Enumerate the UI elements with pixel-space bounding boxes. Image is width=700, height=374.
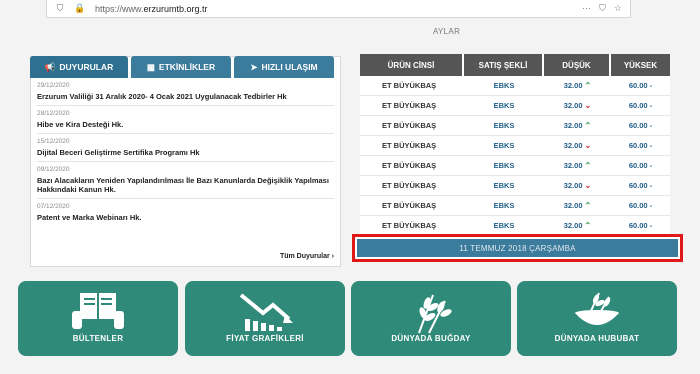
table-row: ET BÜYÜKBAŞ EBKS 32.00 ⌄ 60.00 - (360, 136, 670, 156)
list-item[interactable]: 15/12/2020 Dijital Beceri Geliştirme Ser… (37, 134, 334, 162)
menu-dots-icon[interactable]: ··· (582, 3, 591, 14)
cell-high: 60.00 - (628, 161, 653, 170)
tile-label: BÜLTENLER (72, 334, 124, 343)
cell-product: ET BÜYÜKBAŞ (382, 181, 437, 190)
tile-dunyada-hububat[interactable]: DÜNYADA HUBUBAT (517, 281, 677, 356)
news-date: 07/12/2020 (37, 203, 70, 210)
tab-hizli-ulasim[interactable]: ➤ HIZLI ULAŞIM (234, 56, 334, 78)
calendar-icon: ▦ (146, 61, 155, 72)
cell-high: 60.00 - (628, 201, 653, 210)
news-date: 15/12/2020 (37, 138, 70, 145)
news-title[interactable]: Patent ve Marka Webinarı Hk. (37, 213, 334, 222)
table-row: ET BÜYÜKBAŞ EBKS 32.00 ⌃ 60.00 - (360, 156, 670, 176)
table-row: ET BÜYÜKBAŞ EBKS 32.00 ⌃ 60.00 - (360, 76, 670, 96)
news-title[interactable]: Dijital Beceri Geliştirme Sertifika Prog… (37, 148, 334, 157)
months-label: AYLAR (433, 27, 461, 36)
tab-duyurular[interactable]: 📢 DUYURULAR (30, 56, 128, 78)
table-row: ET BÜYÜKBAŞ EBKS 32.00 ⌄ 60.00 - (360, 176, 670, 196)
col-header-high: YÜKSEK (623, 60, 658, 70)
col-header-product: ÜRÜN CİNSİ (360, 54, 464, 76)
tab-etkinlikler[interactable]: ▦ ETKİNLİKLER (131, 56, 231, 78)
trend-up-icon: ⌃ (584, 161, 592, 170)
cell-low: 32.00 ⌃ (563, 81, 592, 90)
cell-sale: EBKS (493, 201, 515, 210)
list-item[interactable]: 07/12/2020 Patent ve Marka Webinarı Hk. (37, 199, 334, 226)
trend-down-icon: ⌄ (584, 141, 592, 150)
news-date: 28/12/2020 (37, 110, 70, 117)
cell-high: 60.00 - (628, 221, 653, 230)
megaphone-icon: 📢 (44, 61, 56, 72)
browser-address-bar[interactable]: ⛉ 🔒 https://www.erzurumtb.org.tr ··· ⛉ ☆ (46, 0, 631, 18)
trend-down-icon: ⌄ (584, 101, 592, 110)
price-table-header: ÜRÜN CİNSİ SATIŞ ŞEKLİ DÜŞÜK YÜKSEK (360, 54, 670, 76)
cell-product: ET BÜYÜKBAŞ (382, 161, 437, 170)
cell-low: 32.00 ⌃ (563, 161, 592, 170)
news-date: 09/12/2020 (37, 166, 70, 173)
cell-sale: EBKS (493, 221, 515, 230)
cell-low: 32.00 ⌃ (563, 201, 592, 210)
cell-high: 60.00 - (628, 141, 653, 150)
trend-up-icon: ⌃ (584, 221, 592, 230)
cell-product: ET BÜYÜKBAŞ (382, 141, 437, 150)
news-title[interactable]: Erzurum Valiliği 31 Aralık 2020- 4 Ocak … (37, 92, 334, 101)
chart-icon (239, 293, 293, 331)
grain-bowl-icon (575, 292, 619, 325)
cell-sale: EBKS (493, 141, 515, 150)
cell-high: 60.00 - (628, 121, 653, 130)
cell-low: 32.00 ⌃ (563, 121, 592, 130)
cell-sale: EBKS (493, 81, 515, 90)
table-row: ET BÜYÜKBAŞ EBKS 32.00 ⌃ 60.00 - (360, 196, 670, 216)
cursor-icon: ➤ (250, 61, 258, 72)
trend-down-icon: ⌄ (584, 181, 592, 190)
news-title[interactable]: Bazı Alacakların Yeniden Yapılandırılmas… (37, 176, 334, 194)
wheat-icon (418, 294, 452, 334)
table-row: ET BÜYÜKBAŞ EBKS 32.00 ⌃ 60.00 - (360, 216, 670, 236)
tile-dunyada-bugday[interactable]: DÜNYADA BUĞDAY (351, 281, 511, 356)
cell-high: 60.00 - (628, 181, 653, 190)
list-item[interactable]: 09/12/2020 Bazı Alacakların Yeniden Yapı… (37, 162, 334, 199)
tile-bultenler[interactable]: BÜLTENLER (18, 281, 178, 356)
cell-low: 32.00 ⌄ (563, 181, 592, 190)
shield-icon: ⛉ (56, 3, 64, 13)
cell-product: ET BÜYÜKBAŞ (382, 201, 437, 210)
list-item[interactable]: 29/12/2020 Erzurum Valiliği 31 Aralık 20… (37, 78, 334, 106)
col-header-sale: SATIŞ ŞEKLİ (464, 54, 544, 76)
cell-sale: EBKS (493, 121, 515, 130)
cell-low: 32.00 ⌃ (563, 221, 592, 230)
tile-label: FİYAT GRAFİKLERİ (226, 334, 304, 343)
all-news-link[interactable]: Tüm Duyurular › (280, 253, 334, 260)
cell-sale: EBKS (493, 161, 515, 170)
table-row: ET BÜYÜKBAŞ EBKS 32.00 ⌃ 60.00 - (360, 116, 670, 136)
trend-up-icon: ⌃ (584, 201, 592, 210)
list-item[interactable]: 28/12/2020 Hibe ve Kira Desteği Hk. (37, 106, 334, 134)
star-icon[interactable]: ☆ (614, 3, 622, 14)
pocket-icon[interactable]: ⛉ (599, 3, 606, 14)
cell-sale: EBKS (493, 101, 515, 110)
news-panel: 📢 DUYURULAR ▦ ETKİNLİKLER ➤ HIZLI ULAŞIM 29… (30, 56, 341, 267)
cell-product: ET BÜYÜKBAŞ (382, 81, 437, 90)
col-header-low: DÜŞÜK (544, 54, 611, 76)
cell-low: 32.00 ⌄ (563, 141, 592, 150)
lock-icon: 🔒 (74, 3, 86, 13)
price-table: ÜRÜN CİNSİ SATIŞ ŞEKLİ DÜŞÜK YÜKSEK ET B… (360, 54, 670, 236)
cell-product: ET BÜYÜKBAŞ (382, 221, 437, 230)
trend-up-icon: ⌃ (584, 121, 592, 130)
trend-up-icon: ⌃ (584, 81, 592, 90)
url-text[interactable]: https://www.erzurumtb.org.tr (95, 4, 208, 14)
cell-product: ET BÜYÜKBAŞ (382, 121, 437, 130)
tile-fiyat-grafikleri[interactable]: FİYAT GRAFİKLERİ (185, 281, 345, 356)
cell-product: ET BÜYÜKBAŞ (382, 101, 437, 110)
cell-high: 60.00 - (628, 81, 653, 90)
tile-label: DÜNYADA HUBUBAT (554, 334, 640, 343)
cell-sale: EBKS (493, 181, 515, 190)
news-date: 29/12/2020 (37, 82, 70, 89)
price-date: 11 TEMMUZ 2018 ÇARŞAMBA (357, 239, 678, 257)
news-title[interactable]: Hibe ve Kira Desteği Hk. (37, 120, 334, 129)
price-date-bar[interactable]: 11 TEMMUZ 2018 ÇARŞAMBA (352, 234, 683, 262)
cell-high: 60.00 - (628, 101, 653, 110)
cell-low: 32.00 ⌄ (563, 101, 592, 110)
reader-icon (72, 293, 124, 329)
table-row: ET BÜYÜKBAŞ EBKS 32.00 ⌄ 60.00 - (360, 96, 670, 116)
tile-label: DÜNYADA BUĞDAY (391, 334, 471, 343)
